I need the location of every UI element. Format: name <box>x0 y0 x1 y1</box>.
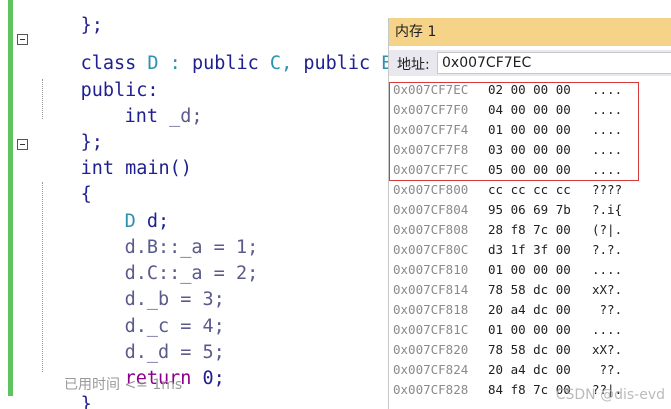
code-line-member: int _d; <box>80 81 203 127</box>
code-line-class-decl: class D : public C, public B { <box>36 28 388 74</box>
memory-window: 内存 1 地址: 0x007CF7EC 02 00 00 00.... 0x007C… <box>388 18 671 409</box>
memory-address: 0x007CF824 <box>393 362 469 377</box>
memory-bytes: 95 06 69 7b <box>488 202 571 217</box>
memory-address: 0x007CF828 <box>393 382 469 397</box>
memory-ascii: .... <box>592 82 623 97</box>
code-line-assign: d._b = 3; <box>80 264 225 310</box>
memory-address: 0x007CF800 <box>393 182 469 197</box>
memory-ascii: .... <box>592 322 623 337</box>
elapsed-time-hint: 已用时间 <= 1ms <box>64 377 183 393</box>
memory-ascii: .... <box>592 102 623 117</box>
code-line-assign: d._d = 5; <box>80 317 225 363</box>
code-line-decl: D d; <box>80 186 170 232</box>
memory-ascii: ??. <box>592 362 623 377</box>
code-line-assign: d._c = 4; <box>80 291 225 337</box>
memory-bytes: 01 00 00 00 <box>488 322 571 337</box>
memory-ascii: ??. <box>592 302 623 317</box>
memory-bytes: 78 58 dc 00 <box>488 282 571 297</box>
memory-address: 0x007CF7F4 <box>393 122 469 137</box>
memory-bytes: 03 00 00 00 <box>488 142 571 157</box>
memory-address: 0x007CF814 <box>393 282 469 297</box>
memory-bytes: 20 a4 dc 00 <box>488 362 571 377</box>
memory-address: 0x007CF818 <box>393 302 469 317</box>
code-text: } <box>80 394 92 409</box>
memory-address: 0x007CF81C <box>393 322 469 337</box>
memory-bytes: 05 00 00 00 <box>488 162 571 177</box>
memory-address: 0x007CF7F0 <box>393 102 469 117</box>
code-line-main: int main() <box>36 133 192 179</box>
memory-bytes: 04 00 00 00 <box>488 102 571 117</box>
code-line-brace: { <box>36 159 92 205</box>
keyword-int: int <box>124 106 158 127</box>
memory-bytes: 01 00 00 00 <box>488 262 571 277</box>
keyword-public: public <box>191 53 259 74</box>
memory-bytes: d3 1f 3f 00 <box>488 242 571 257</box>
member-name: _d; <box>157 106 203 127</box>
memory-address: 0x007CF7EC <box>393 82 469 97</box>
memory-address: 0x007CF810 <box>393 262 469 277</box>
base-class: B { <box>381 53 388 74</box>
memory-address: 0x007CF80C <box>393 242 469 257</box>
memory-ascii: .... <box>592 262 623 277</box>
memory-ascii: ?.?. <box>592 242 623 257</box>
address-label: 地址: <box>397 57 430 73</box>
memory-address: 0x007CF808 <box>393 222 469 237</box>
memory-bytes: 20 a4 dc 00 <box>488 302 571 317</box>
code-text: 0; <box>191 368 225 389</box>
code-line-return: return 0; <box>80 343 225 389</box>
memory-ascii: xX?. <box>592 282 623 297</box>
memory-address: 0x007CF7FC <box>393 162 469 177</box>
memory-address: 0x007CF820 <box>393 342 469 357</box>
code-line-fragment: }; <box>36 0 103 36</box>
memory-ascii: xX?. <box>592 342 623 357</box>
code-line-assign: d.B::_a = 1; <box>80 212 259 258</box>
code-line-assign: d.C::_a = 2; <box>80 238 259 284</box>
memory-ascii: ?.i{ <box>592 202 623 217</box>
collapse-icon[interactable] <box>17 139 28 150</box>
memory-ascii: ???? <box>592 182 623 197</box>
memory-address: 0x007CF7F8 <box>393 142 469 157</box>
address-input[interactable] <box>437 52 671 74</box>
base-class: C, <box>258 53 304 74</box>
memory-bytes: 78 58 dc 00 <box>488 342 571 357</box>
function-name: main() <box>113 158 192 179</box>
memory-bytes: 28 f8 7c 00 <box>488 222 571 237</box>
keyword-public: public <box>303 53 371 74</box>
memory-ascii: (?|. <box>592 222 623 237</box>
memory-ascii: .... <box>592 162 623 177</box>
code-line-access: public: <box>36 55 159 101</box>
code-line-close: }; <box>36 107 103 153</box>
watermark: CSDN @dis-evd <box>555 387 665 403</box>
memory-address: 0x007CF804 <box>393 202 469 217</box>
code-editor[interactable]: }; class D : public C, public B { public… <box>0 0 388 409</box>
memory-ascii: .... <box>592 122 623 137</box>
memory-bytes: cc cc cc cc <box>488 182 571 197</box>
address-bar: 地址: <box>389 50 671 76</box>
memory-ascii: .... <box>592 142 623 157</box>
memory-bytes: 02 00 00 00 <box>488 82 571 97</box>
collapse-icon[interactable] <box>17 34 28 45</box>
change-indicator-bar <box>8 0 13 396</box>
memory-bytes: 01 00 00 00 <box>488 122 571 137</box>
memory-window-title[interactable]: 内存 1 <box>389 18 671 46</box>
